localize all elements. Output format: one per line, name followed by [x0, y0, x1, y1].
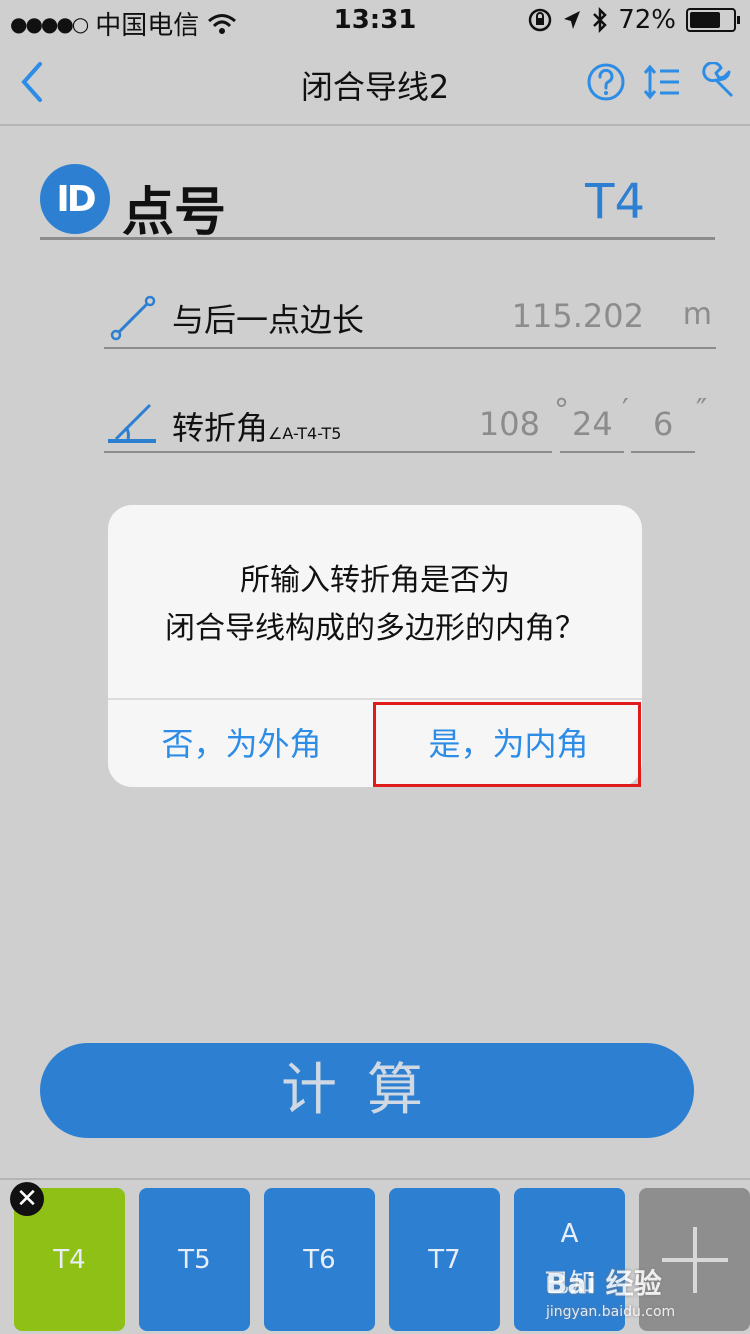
status-bar: ●●●●○ 中国电信 13:31 72%: [0, 0, 750, 41]
tab-label: T5: [178, 1244, 211, 1275]
watermark: Bai 经验 jingyan.baidu.com: [546, 1262, 746, 1320]
page-title: 闭合导线2: [300, 68, 450, 106]
dialog-message-line1: 所输入转折角是否为: [240, 563, 510, 598]
dialog-message-line2: 闭合导线构成的多边形的内角？: [165, 611, 585, 646]
battery-percent: 72%: [618, 5, 676, 35]
tab-label: T7: [428, 1244, 461, 1275]
turning-angle-row: 转折角∠A-T4-T5 108 ° 24 ′ 6 ″: [104, 393, 716, 455]
bluetooth-icon: [593, 7, 607, 33]
wrench-icon[interactable]: [698, 62, 738, 102]
id-badge-icon: ID: [40, 164, 110, 234]
location-icon: [564, 11, 581, 29]
battery-fill: [690, 12, 721, 28]
battery-icon: [686, 8, 740, 32]
rotation-lock-icon: [528, 8, 552, 32]
edge-line-icon: [110, 295, 156, 341]
minutes-input[interactable]: 24: [572, 405, 613, 443]
degrees-field[interactable]: 108: [104, 395, 552, 453]
edge-length-input[interactable]: 115.202: [512, 297, 644, 335]
seconds-field[interactable]: 6: [631, 395, 695, 453]
minute-symbol: ′: [622, 393, 629, 428]
edge-length-unit: m: [682, 297, 712, 332]
seconds-input[interactable]: 6: [653, 405, 673, 443]
dialog-message: 所输入转折角是否为 闭合导线构成的多边形的内角？: [108, 557, 642, 653]
tab-t6[interactable]: T6: [264, 1188, 375, 1331]
tab-label: T6: [303, 1244, 336, 1275]
highlight-annotation: [373, 702, 641, 787]
edge-length-row: 与后一点边长 115.202 m: [104, 285, 716, 349]
point-value[interactable]: T4: [585, 174, 645, 230]
second-symbol: ″: [696, 393, 708, 428]
help-icon[interactable]: [586, 62, 626, 102]
close-tab-icon[interactable]: ✕: [10, 1182, 44, 1216]
tab-label: A: [560, 1219, 579, 1249]
edge-length-label: 与后一点边长: [172, 301, 365, 339]
tab-t7[interactable]: T7: [389, 1188, 500, 1331]
point-label: 点号: [122, 183, 227, 243]
degrees-input[interactable]: 108: [479, 405, 540, 443]
nav-bar: 闭合导线2: [0, 40, 750, 126]
watermark-brand: Bai 经验: [546, 1267, 662, 1300]
watermark-url: jingyan.baidu.com: [546, 1304, 676, 1320]
tab-label: T4: [53, 1244, 86, 1275]
tab-t5[interactable]: T5: [139, 1188, 250, 1331]
sort-icon[interactable]: [642, 62, 682, 102]
exterior-angle-button[interactable]: 否，为外角: [108, 700, 375, 787]
status-right: 72%: [528, 5, 740, 35]
calculate-button[interactable]: 计算: [40, 1043, 694, 1138]
minutes-field[interactable]: 24: [560, 395, 624, 453]
point-row: ID 点号 T4: [40, 160, 715, 243]
